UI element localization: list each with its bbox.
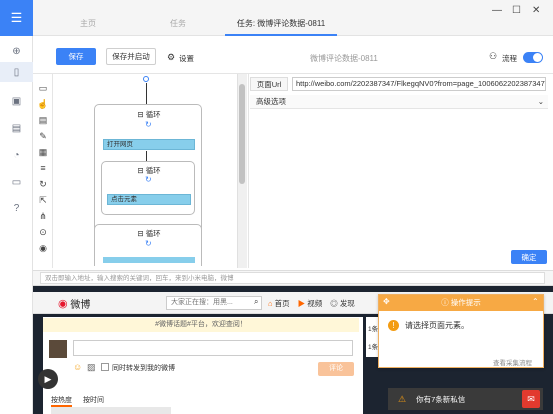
- close-icon[interactable]: ✕: [532, 5, 540, 16]
- home-icon: ⌂: [268, 298, 273, 308]
- wait-tool-icon[interactable]: ⊙: [33, 224, 53, 240]
- nav-home[interactable]: ⌂ 首页: [268, 298, 290, 309]
- chevron-down-icon: ⌄: [537, 97, 544, 106]
- loop-icon: ↻: [145, 120, 152, 129]
- node-partial[interactable]: [103, 257, 195, 263]
- browser-address-input[interactable]: 双击即输入地址，输入搜索的关键词，回车，来到小米电脑，微博: [40, 272, 545, 284]
- hover-tool-icon[interactable]: ⇱: [33, 192, 53, 208]
- video-icon: ▶: [297, 298, 306, 308]
- maximize-icon[interactable]: ☐: [512, 5, 521, 16]
- captcha-tool-icon[interactable]: ▦: [33, 144, 53, 160]
- open-page-node[interactable]: 打开网页: [103, 139, 195, 150]
- input-text-tool-icon[interactable]: ✎: [33, 128, 53, 144]
- message-icon[interactable]: ▭: [0, 172, 33, 192]
- tab-home[interactable]: 主页: [60, 18, 116, 36]
- extract-tool-icon[interactable]: ▤: [33, 112, 53, 128]
- loop-block[interactable]: ⊟ 循环 ↻: [94, 224, 202, 266]
- weibo-logo[interactable]: ◉ 微博: [58, 295, 128, 311]
- flow-arrow: [146, 83, 147, 104]
- settings-label[interactable]: 设置: [179, 53, 194, 64]
- task-name: 微博评论数据-0811: [310, 54, 378, 63]
- clock-icon[interactable]: ◔: [0, 145, 33, 165]
- page-url-label: 页面Url: [250, 77, 288, 91]
- sort-hot-tab[interactable]: 按热度: [51, 395, 72, 407]
- topic-notice[interactable]: #微博话题#平台，欢迎查阅！: [43, 318, 359, 332]
- save-and-start-button[interactable]: 保存并启动: [106, 48, 156, 65]
- weibo-nav: ⌂ 首页 ▶ 视频 ◎ 发现: [268, 294, 378, 312]
- branch-tool-icon[interactable]: ⋔: [33, 208, 53, 224]
- avatar[interactable]: [49, 340, 67, 358]
- advanced-options-label: 高级选项: [256, 97, 286, 106]
- box-icon[interactable]: ▣: [0, 91, 33, 111]
- switch-tool-icon[interactable]: ≡: [33, 160, 53, 176]
- operation-tip-header: ⓘ 操作提示: [379, 295, 543, 311]
- collapse-icon[interactable]: ⌃: [532, 297, 539, 306]
- loop-icon: ↻: [145, 239, 152, 248]
- message-icon[interactable]: ✉: [522, 390, 540, 408]
- flow-toggle[interactable]: [523, 52, 543, 63]
- publish-comment-button[interactable]: 评论: [318, 362, 354, 376]
- advanced-options-row[interactable]: 高级选项 ⌄: [250, 95, 548, 109]
- flow-arrow: [146, 151, 147, 161]
- flow-icon: ⚇: [489, 51, 498, 61]
- start-node-icon: [143, 76, 149, 82]
- sort-time-tab[interactable]: 按时间: [83, 395, 104, 405]
- search-icon[interactable]: ⌕: [254, 297, 258, 307]
- comment-sort-row: 按热度 按时间: [43, 392, 363, 414]
- tab-current-task[interactable]: 任务: 微博评论数据-0811: [225, 18, 337, 36]
- add-icon[interactable]: ⊕: [0, 41, 33, 61]
- view-flow-link[interactable]: 查看采集流程: [493, 357, 532, 367]
- confirm-button[interactable]: 确定: [511, 250, 547, 264]
- comment-preview: [51, 407, 171, 414]
- inner-loop-block[interactable]: ⊟ 循环 ↻ 点击元素: [101, 161, 195, 215]
- compass-icon: ◎: [330, 298, 338, 308]
- canvas-scrollbar-thumb[interactable]: [239, 84, 245, 184]
- flow-label: 流程: [502, 54, 517, 63]
- save-button[interactable]: 保存: [56, 48, 96, 65]
- weibo-search-input[interactable]: 大家正在搜：用黑...: [166, 296, 262, 310]
- comment-textarea[interactable]: [73, 340, 353, 356]
- forward-label: 同时转发到我的微博: [112, 365, 175, 372]
- loop-title: ⊟ 循环: [137, 229, 161, 238]
- drag-handle-icon[interactable]: ✥: [383, 297, 390, 306]
- play-icon[interactable]: ▶: [38, 369, 58, 389]
- forward-checkbox[interactable]: [101, 363, 109, 371]
- document-icon[interactable]: ▯: [0, 62, 33, 82]
- nav-discover[interactable]: ◎ 发现: [330, 298, 355, 309]
- flow-canvas[interactable]: ⊟ 循环 ↻ 打开网页 ⊟ 循环 ↻ 点击元素 ⊟ 循环 ↻: [54, 74, 237, 266]
- loop-title: ⊟ 循环: [137, 110, 161, 119]
- private-message-text: 你有7条新私信: [416, 394, 466, 404]
- loop-block[interactable]: ⊟ 循环 ↻ 打开网页 ⊟ 循环 ↻ 点击元素: [94, 104, 202, 234]
- minimize-icon[interactable]: —: [492, 5, 502, 16]
- info-icon: ⓘ: [441, 298, 449, 307]
- help-icon[interactable]: ?: [0, 198, 33, 218]
- image-icon[interactable]: ▨: [87, 362, 96, 373]
- loop-tool-icon[interactable]: ↻: [33, 176, 53, 192]
- click-tool-icon[interactable]: ☝: [33, 96, 53, 112]
- click-element-node[interactable]: 点击元素: [107, 194, 191, 205]
- page-url-input[interactable]: http://weibo.com/2202387347/FlkegqNV0?fr…: [292, 77, 546, 91]
- emoji-icon[interactable]: ☺: [73, 362, 82, 372]
- weibo-eye-icon: ◉: [58, 297, 68, 310]
- page-icon[interactable]: ▤: [0, 118, 33, 138]
- warning-icon: !: [388, 320, 399, 331]
- nav-video[interactable]: ▶ 视频: [298, 298, 323, 309]
- stop-tool-icon[interactable]: ◉: [33, 240, 53, 256]
- warning-icon: ⚠: [398, 393, 407, 404]
- open-page-tool-icon[interactable]: ▭: [33, 80, 53, 96]
- tab-tasks[interactable]: 任务: [150, 18, 206, 36]
- gear-icon[interactable]: ⚙: [167, 52, 175, 63]
- private-message-bar[interactable]: ⚠ 你有7条新私信: [388, 388, 543, 410]
- operation-tip-body: ! 请选择页面元素。: [388, 320, 469, 331]
- menu-icon[interactable]: ☰: [0, 0, 33, 36]
- operation-tip-text: 请选择页面元素。: [405, 321, 469, 330]
- loop-icon: ↻: [145, 175, 152, 184]
